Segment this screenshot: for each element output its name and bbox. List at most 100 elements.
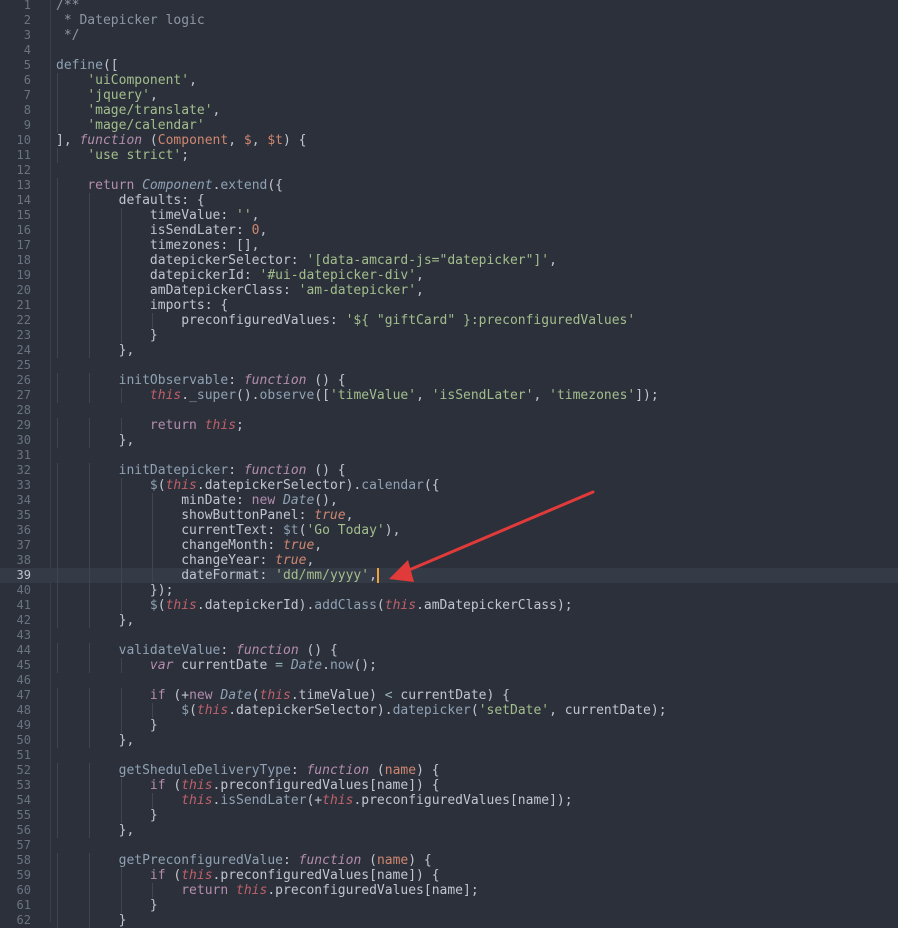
code-text[interactable]: } bbox=[56, 718, 158, 733]
code-text[interactable]: changeYear: true, bbox=[56, 553, 314, 568]
code-line[interactable]: 23 } bbox=[0, 328, 898, 343]
code-text[interactable]: * Datepicker logic bbox=[56, 13, 205, 28]
code-text[interactable]: showButtonPanel: true, bbox=[56, 508, 353, 523]
code-text[interactable]: timeValue: '', bbox=[56, 208, 260, 223]
code-line[interactable]: 21 imports: { bbox=[0, 298, 898, 313]
code-text[interactable]: return this.preconfiguredValues[name]; bbox=[56, 883, 478, 898]
code-line[interactable]: 56 }, bbox=[0, 823, 898, 838]
code-text[interactable]: }); bbox=[56, 583, 174, 598]
code-text[interactable]: ], function (Component, $, $t) { bbox=[56, 133, 307, 148]
code-line[interactable]: 52 getSheduleDeliveryType: function (nam… bbox=[0, 763, 898, 778]
code-line[interactable]: 27 this._super().observe(['timeValue', '… bbox=[0, 388, 898, 403]
code-text[interactable]: /** bbox=[56, 0, 79, 13]
code-line[interactable]: 1 /** bbox=[0, 0, 898, 13]
code-line[interactable]: 19 datepickerId: '#ui-datepicker-div', bbox=[0, 268, 898, 283]
code-line[interactable]: 3 */ bbox=[0, 28, 898, 43]
code-line[interactable]: 44 validateValue: function () { bbox=[0, 643, 898, 658]
code-line[interactable]: 41 $(this.datepickerId).addClass(this.am… bbox=[0, 598, 898, 613]
code-line[interactable]: 62 } bbox=[0, 913, 898, 928]
code-line[interactable]: 6 'uiComponent', bbox=[0, 73, 898, 88]
code-text[interactable]: $(this.datepickerSelector).calendar({ bbox=[56, 478, 440, 493]
code-line[interactable]: 36 currentText: $t('Go Today'), bbox=[0, 523, 898, 538]
code-text[interactable]: datepickerSelector: '[data-amcard-js="da… bbox=[56, 253, 557, 268]
code-text[interactable]: initDatepicker: function () { bbox=[56, 463, 346, 478]
code-line[interactable]: 55 } bbox=[0, 808, 898, 823]
code-text[interactable]: minDate: new Date(), bbox=[56, 493, 338, 508]
code-text[interactable]: if (this.preconfiguredValues[name]) { bbox=[56, 868, 440, 883]
code-line[interactable]: 8 'mage/translate', bbox=[0, 103, 898, 118]
code-line[interactable]: 25 bbox=[0, 358, 898, 373]
code-line[interactable]: 17 timezones: [], bbox=[0, 238, 898, 253]
code-text[interactable]: amDatepickerClass: 'am-datepicker', bbox=[56, 283, 424, 298]
code-text[interactable]: getSheduleDeliveryType: function (name) … bbox=[56, 763, 440, 778]
code-text[interactable]: 'mage/translate', bbox=[56, 103, 220, 118]
code-line[interactable]: 30 }, bbox=[0, 433, 898, 448]
code-line[interactable]: 61 } bbox=[0, 898, 898, 913]
code-text[interactable]: if (+new Date(this.timeValue) < currentD… bbox=[56, 688, 510, 703]
code-line[interactable]: 20 amDatepickerClass: 'am-datepicker', bbox=[0, 283, 898, 298]
code-line[interactable]: 7 'jquery', bbox=[0, 88, 898, 103]
code-line[interactable]: 28 bbox=[0, 403, 898, 418]
code-line[interactable]: 32 initDatepicker: function () { bbox=[0, 463, 898, 478]
code-line[interactable]: 45 var currentDate = Date.now(); bbox=[0, 658, 898, 673]
code-line[interactable]: 53 if (this.preconfiguredValues[name]) { bbox=[0, 778, 898, 793]
code-line[interactable]: 38 changeYear: true, bbox=[0, 553, 898, 568]
code-text[interactable]: 'mage/calendar' bbox=[56, 118, 204, 133]
code-text[interactable]: var currentDate = Date.now(); bbox=[56, 658, 377, 673]
code-line[interactable]: 9 'mage/calendar' bbox=[0, 118, 898, 133]
code-text[interactable]: if (this.preconfiguredValues[name]) { bbox=[56, 778, 440, 793]
code-line[interactable]: 12 bbox=[0, 163, 898, 178]
code-text[interactable]: validateValue: function () { bbox=[56, 643, 338, 658]
code-line[interactable]: 34 minDate: new Date(), bbox=[0, 493, 898, 508]
code-text[interactable]: changeMonth: true, bbox=[56, 538, 322, 553]
code-line[interactable]: 16 isSendLater: 0, bbox=[0, 223, 898, 238]
code-line[interactable]: 47 if (+new Date(this.timeValue) < curre… bbox=[0, 688, 898, 703]
code-text[interactable]: $(this.datepickerId).addClass(this.amDat… bbox=[56, 598, 573, 613]
code-line[interactable]: 5 define([ bbox=[0, 58, 898, 73]
code-text[interactable]: return Component.extend({ bbox=[56, 178, 283, 193]
code-text[interactable]: $(this.datepickerSelector).datepicker('s… bbox=[56, 703, 666, 718]
code-line[interactable]: 49 } bbox=[0, 718, 898, 733]
code-line[interactable]: 13 return Component.extend({ bbox=[0, 178, 898, 193]
code-text[interactable]: } bbox=[56, 898, 158, 913]
code-text[interactable]: }, bbox=[56, 733, 135, 748]
code-line[interactable]: 54 this.isSendLater(+this.preconfiguredV… bbox=[0, 793, 898, 808]
code-line[interactable]: 26 initObservable: function () { bbox=[0, 373, 898, 388]
code-line[interactable]: 2 * Datepicker logic bbox=[0, 13, 898, 28]
code-line[interactable]: 42 }, bbox=[0, 613, 898, 628]
code-line[interactable]: 58 getPreconfiguredValue: function (name… bbox=[0, 853, 898, 868]
code-text[interactable]: } bbox=[56, 808, 158, 823]
code-line[interactable]: 18 datepickerSelector: '[data-amcard-js=… bbox=[0, 253, 898, 268]
code-text[interactable]: defaults: { bbox=[56, 193, 205, 208]
code-line[interactable]: 10], function (Component, $, $t) { bbox=[0, 133, 898, 148]
code-line[interactable]: 22 preconfiguredValues: '${ "giftCard" }… bbox=[0, 313, 898, 328]
code-line[interactable]: 40 }); bbox=[0, 583, 898, 598]
code-line[interactable]: 14 defaults: { bbox=[0, 193, 898, 208]
code-line[interactable]: 31 bbox=[0, 448, 898, 463]
code-text[interactable]: 'jquery', bbox=[56, 88, 157, 103]
code-text[interactable]: dateFormat: 'dd/mm/yyyy', bbox=[56, 568, 379, 583]
code-line[interactable]: 24 }, bbox=[0, 343, 898, 358]
code-line[interactable]: 4 bbox=[0, 43, 898, 58]
code-line[interactable]: 35 showButtonPanel: true, bbox=[0, 508, 898, 523]
code-line[interactable]: 33 $(this.datepickerSelector).calendar({ bbox=[0, 478, 898, 493]
code-line[interactable]: 48 $(this.datepickerSelector).datepicker… bbox=[0, 703, 898, 718]
code-text[interactable]: } bbox=[56, 913, 127, 928]
code-text[interactable]: preconfiguredValues: '${ "giftCard" }:pr… bbox=[56, 313, 635, 328]
code-text[interactable]: currentText: $t('Go Today'), bbox=[56, 523, 400, 538]
code-text[interactable]: define([ bbox=[56, 58, 119, 73]
code-text[interactable]: }, bbox=[56, 613, 135, 628]
code-line[interactable]: 51 bbox=[0, 748, 898, 763]
code-line[interactable]: 11 'use strict'; bbox=[0, 148, 898, 163]
code-line[interactable]: 29 return this; bbox=[0, 418, 898, 433]
code-line[interactable]: 60 return this.preconfiguredValues[name]… bbox=[0, 883, 898, 898]
code-text[interactable]: datepickerId: '#ui-datepicker-div', bbox=[56, 268, 424, 283]
code-text[interactable]: }, bbox=[56, 823, 135, 838]
code-line[interactable]: 37 changeMonth: true, bbox=[0, 538, 898, 553]
code-text[interactable]: }, bbox=[56, 343, 135, 358]
code-lines[interactable]: 1/** 2 * Datepicker logic 3 */4 5 define([6 … bbox=[0, 0, 898, 928]
code-text[interactable]: imports: { bbox=[56, 298, 228, 313]
code-text[interactable]: this.isSendLater(+this.preconfiguredValu… bbox=[56, 793, 572, 808]
code-line[interactable]: 59 if (this.preconfiguredValues[name]) { bbox=[0, 868, 898, 883]
code-line[interactable]: 43 bbox=[0, 628, 898, 643]
